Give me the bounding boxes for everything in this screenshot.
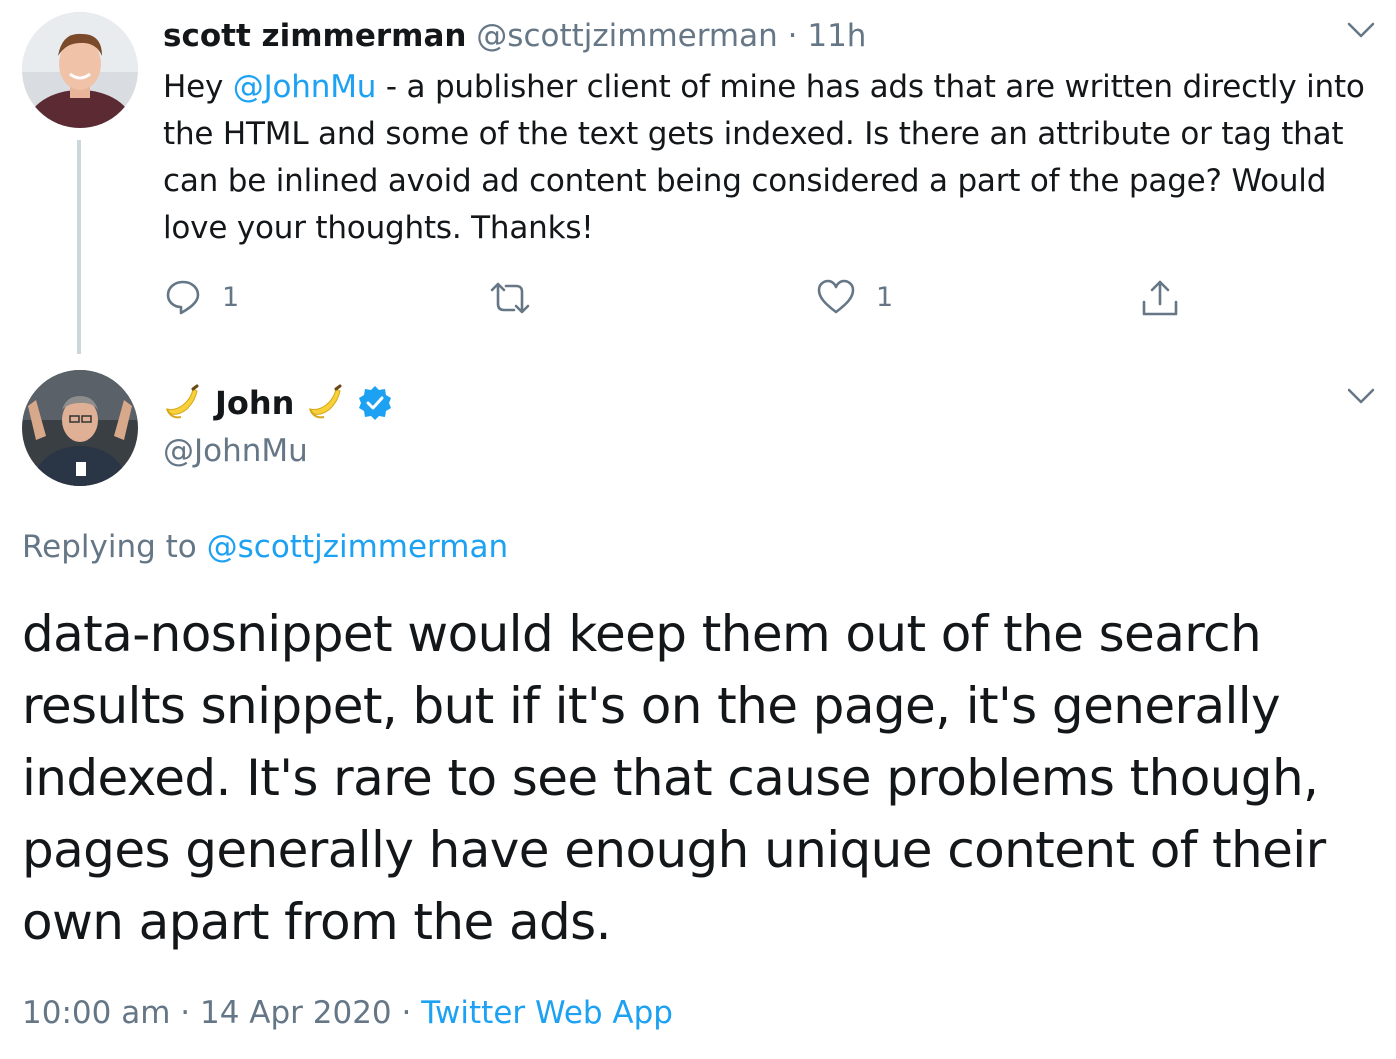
replying-to-line: Replying to @scottjzimmerman	[22, 524, 508, 570]
main-display-name[interactable]: John	[215, 380, 294, 426]
tweet-source-link[interactable]: Twitter Web App	[421, 995, 673, 1031]
chevron-down-icon[interactable]	[1346, 386, 1376, 406]
tweet-meta: 10:00 am · 14 Apr 2020 · Twitter Web App	[22, 990, 673, 1036]
heart-icon	[817, 279, 855, 314]
thread-connector-line	[77, 140, 81, 354]
parent-tweet-text: Hey @JohnMu - a publisher client of mine…	[163, 64, 1378, 252]
tweet-date[interactable]: 14 Apr 2020	[200, 995, 392, 1031]
main-avatar[interactable]	[22, 370, 138, 486]
share-upload-icon	[1142, 280, 1178, 316]
reply-count: 1	[222, 281, 240, 313]
like-count: 1	[876, 281, 894, 313]
chevron-down-icon[interactable]	[1346, 20, 1376, 40]
reply-bubble-icon	[166, 280, 200, 315]
main-display-name-row[interactable]: John	[163, 380, 394, 426]
text-prefix: Hey	[163, 69, 233, 105]
share-button[interactable]	[1140, 278, 1180, 318]
avatar-image	[22, 12, 138, 128]
replying-label: Replying to	[22, 529, 207, 565]
header-separator: ·	[787, 18, 798, 54]
retweet-icon	[490, 282, 530, 314]
verified-badge-icon	[359, 386, 392, 420]
parent-timestamp[interactable]: 11h	[807, 18, 866, 54]
like-button[interactable]: 1	[816, 278, 893, 316]
tweet-time[interactable]: 10:00 am	[22, 995, 170, 1031]
banana-emoji-icon	[309, 384, 342, 419]
parent-avatar[interactable]	[22, 12, 138, 128]
meta-separator: ·	[401, 995, 412, 1031]
main-handle[interactable]: @JohnMu	[163, 428, 308, 474]
banana-emoji-icon	[166, 384, 199, 419]
main-tweet-text: data-nosnippet would keep them out of th…	[22, 605, 1326, 951]
meta-separator: ·	[180, 995, 191, 1031]
retweet-button[interactable]	[488, 280, 532, 316]
parent-display-name[interactable]: scott zimmerman	[163, 18, 466, 54]
mention-link[interactable]: @JohnMu	[233, 69, 377, 105]
reply-button[interactable]: 1	[164, 278, 239, 316]
replying-to-link[interactable]: @scottjzimmerman	[207, 529, 508, 565]
parent-tweet-header: scott zimmerman @scottjzimmerman · 11h	[163, 14, 866, 58]
parent-handle[interactable]: @scottjzimmerman	[476, 18, 777, 54]
avatar-image	[22, 370, 138, 486]
